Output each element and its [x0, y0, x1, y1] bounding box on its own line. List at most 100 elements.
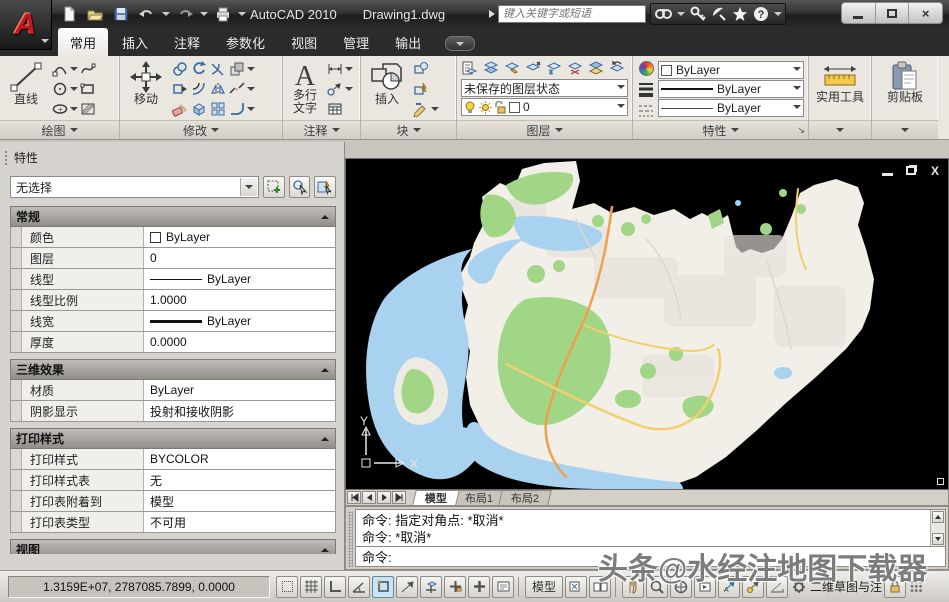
drawing-restore-button[interactable]	[904, 164, 918, 177]
workspace-switcher[interactable]: 二维草图与注	[792, 578, 882, 595]
linetype-dropdown[interactable]: ByLayer	[658, 99, 804, 117]
maximize-button[interactable]	[876, 3, 910, 23]
layer-dropdown[interactable]: 0	[461, 98, 628, 116]
select-objects-button[interactable]	[289, 176, 311, 198]
scroll-up-button[interactable]	[932, 511, 944, 523]
quick-select-button[interactable]	[263, 176, 285, 198]
property-row-plot-table-attached-to[interactable]: 打印表附着到模型	[10, 491, 336, 512]
layer-unlock-icon[interactable]	[494, 101, 507, 114]
prev-tab-button[interactable]	[362, 491, 376, 504]
tab-insert[interactable]: 插入	[110, 28, 160, 56]
zoom-button[interactable]	[646, 576, 668, 598]
move-button[interactable]: 移动	[123, 58, 169, 120]
undo-dropdown-icon[interactable]	[162, 12, 170, 16]
break-icon[interactable]	[228, 80, 246, 98]
tab-parametric[interactable]: 参数化	[214, 28, 277, 56]
qp-toggle[interactable]	[492, 576, 514, 598]
drawing-close-button[interactable]: X	[928, 164, 942, 177]
rectangle-icon[interactable]	[79, 80, 97, 98]
annotation-visibility-button[interactable]: A	[718, 576, 740, 598]
save-button[interactable]	[110, 4, 132, 24]
layer-color-swatch[interactable]	[509, 102, 520, 113]
first-tab-button[interactable]	[347, 491, 361, 504]
last-tab-button[interactable]	[392, 491, 406, 504]
panel-block-title[interactable]: 块	[361, 120, 456, 139]
open-file-button[interactable]	[84, 4, 106, 24]
panel-clipboard-title[interactable]	[872, 120, 938, 139]
tab-view[interactable]: 视图	[279, 28, 329, 56]
favorites-star-icon[interactable]	[732, 6, 748, 22]
linear-dimension-icon[interactable]	[326, 60, 344, 78]
layer-freeze-icon[interactable]	[545, 59, 563, 77]
erase-icon[interactable]	[171, 100, 189, 118]
ribbon-minimize-button[interactable]	[445, 36, 475, 51]
search-dropdown-icon[interactable]	[677, 12, 685, 16]
tab-model[interactable]: 模型	[412, 490, 460, 505]
explode-icon[interactable]	[190, 100, 208, 118]
next-tab-button[interactable]	[377, 491, 391, 504]
osnap-toggle[interactable]	[372, 576, 394, 598]
property-row-plot-style-table[interactable]: 打印样式表无	[10, 470, 336, 491]
layer-previous-icon[interactable]	[608, 59, 626, 77]
ortho-toggle[interactable]	[324, 576, 346, 598]
property-row-linetype-scale[interactable]: 线型比例1.0000	[10, 290, 336, 311]
qat-customize-dropdown-icon[interactable]	[238, 12, 246, 16]
polyline-icon[interactable]	[79, 60, 97, 78]
layer-properties-icon[interactable]	[461, 59, 479, 77]
canvas-resize-grip[interactable]	[937, 478, 944, 485]
drawing-minimize-button[interactable]	[880, 164, 894, 177]
property-row-color[interactable]: 颜色ByLayer	[10, 227, 336, 248]
panel-utilities-title[interactable]	[809, 120, 871, 139]
fillet-icon[interactable]	[228, 100, 246, 118]
block-define-attributes-icon[interactable]	[412, 100, 430, 118]
annotation-autoscale-button[interactable]	[742, 576, 764, 598]
layer-on-bulb-icon[interactable]	[464, 101, 477, 114]
tab-annotate[interactable]: 注释	[162, 28, 212, 56]
toggle-pickadd-button[interactable]	[314, 176, 336, 198]
tab-home[interactable]: 常用	[58, 28, 108, 56]
layer-off-icon[interactable]	[566, 59, 584, 77]
paste-button[interactable]: 剪贴板	[876, 58, 934, 120]
arc-icon[interactable]	[51, 60, 69, 78]
property-row-linetype[interactable]: 线型ByLayer	[10, 269, 336, 290]
plot-button[interactable]	[212, 4, 234, 24]
redo-button[interactable]	[174, 4, 196, 24]
block-attributes-icon[interactable]	[412, 80, 430, 98]
property-row-layer[interactable]: 图层0	[10, 248, 336, 269]
layer-thaw-sun-icon[interactable]	[479, 101, 492, 114]
command-scrollbar[interactable]	[930, 510, 945, 546]
quickview-drawings-button[interactable]	[589, 576, 611, 598]
panel-layers-title[interactable]: 图层	[457, 120, 632, 139]
tab-layout2[interactable]: 布局2	[498, 490, 552, 505]
section-view-partial[interactable]: 视图	[10, 539, 336, 554]
polar-toggle[interactable]	[348, 576, 370, 598]
mirror-icon[interactable]	[209, 80, 227, 98]
section-3d-effects[interactable]: 三维效果	[10, 359, 336, 380]
offset-icon[interactable]	[190, 80, 208, 98]
lineweight-dropdown[interactable]: ByLayer	[658, 80, 804, 98]
new-file-button[interactable]	[58, 4, 80, 24]
toolbar-lock-button[interactable]	[884, 576, 906, 598]
circle-icon[interactable]	[51, 80, 69, 98]
model-space-button[interactable]: 模型	[525, 576, 563, 598]
layer-match-icon[interactable]	[587, 59, 605, 77]
array-icon[interactable]	[209, 100, 227, 118]
dyn-toggle[interactable]	[444, 576, 466, 598]
quickview-layouts-button[interactable]	[565, 576, 587, 598]
undo-button[interactable]	[136, 4, 158, 24]
otrack-toggle[interactable]	[396, 576, 418, 598]
trim-icon[interactable]	[209, 60, 227, 78]
panel-modify-title[interactable]: 修改	[120, 120, 282, 139]
panel-annotation-title[interactable]: 注释	[283, 120, 360, 139]
selection-dropdown[interactable]: 无选择	[10, 176, 259, 198]
pan-button[interactable]	[622, 576, 644, 598]
property-row-shadow-display[interactable]: 阴影显示投射和接收阴影	[10, 401, 336, 422]
leader-icon[interactable]	[326, 80, 344, 98]
block-edit-icon[interactable]	[412, 60, 430, 78]
property-row-thickness[interactable]: 厚度0.0000	[10, 332, 336, 353]
properties-dialog-launcher-icon[interactable]: ↘	[797, 125, 805, 136]
scroll-down-button[interactable]	[932, 533, 944, 545]
palette-title-bar[interactable]: 特性	[0, 142, 344, 168]
property-row-material[interactable]: 材质ByLayer	[10, 380, 336, 401]
snap-toggle[interactable]	[276, 576, 298, 598]
